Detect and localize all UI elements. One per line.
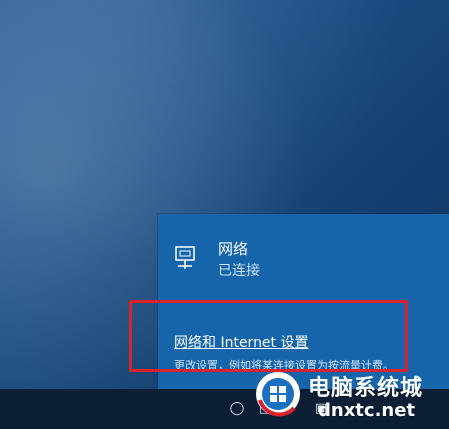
wired-network-icon <box>175 246 195 269</box>
watermark-domain: dnxtc.net <box>318 400 416 421</box>
network-name: 网络 <box>218 240 249 258</box>
watermark: 电脑系统城 dnxtc.net <box>250 364 449 429</box>
watermark-logo-icon <box>256 372 300 417</box>
person-icon[interactable]: ◯ <box>229 401 245 417</box>
highlight-annotation <box>129 300 408 372</box>
network-item[interactable]: 网络 已连接 <box>158 214 449 286</box>
network-status: 已连接 <box>218 263 260 279</box>
watermark-title: 电脑系统城 <box>308 376 424 401</box>
